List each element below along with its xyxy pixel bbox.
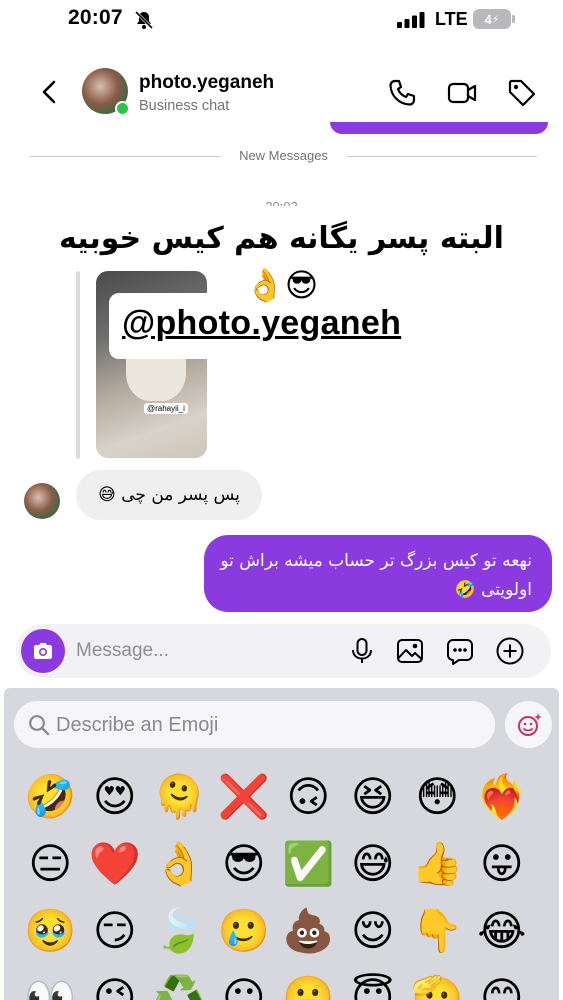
emoji-key[interactable]: 🤣: [18, 771, 83, 838]
emoji-key[interactable]: 👌: [147, 838, 212, 905]
signal-icon: [397, 12, 425, 28]
emoji-grid: 🤣 😍 🫠 ❌ 🙃 😆 😳 ❤️‍🔥 😑 ❤️ 👌 😎 ✅ 😅 👍 😛 🥹 😏 🍃 🥲 💩 😌 👇 😂 👀 😉 ♻️ 😶 😬 😇 🫡 😊: [18, 771, 558, 1000]
emoji-key[interactable]: 😌: [341, 905, 406, 972]
new-messages-divider: New Messages: [30, 148, 537, 166]
gallery-icon[interactable]: [395, 636, 425, 666]
online-status-dot: [115, 101, 130, 116]
emoji-key[interactable]: 😇: [341, 972, 406, 1000]
search-icon: [29, 715, 50, 736]
emoji-key[interactable]: 😛: [470, 838, 535, 905]
message-composer: [16, 624, 551, 678]
emoji-key[interactable]: 😬: [276, 972, 341, 1000]
emoji-key[interactable]: 😍: [83, 771, 148, 838]
outgoing-message-bubble[interactable]: نهعه تو کیس بزرگ تر حساب میشه براش تو او…: [204, 535, 552, 612]
previous-outgoing-bubble[interactable]: [330, 122, 548, 134]
contact-subtitle: Business chat: [139, 98, 230, 114]
emoji-search-input[interactable]: [56, 711, 476, 739]
phone-icon[interactable]: [386, 77, 418, 109]
emoji-key[interactable]: 🫠: [147, 771, 212, 838]
story-caption-emojis: 👌😎: [245, 267, 319, 303]
tag-icon[interactable]: [506, 77, 538, 109]
camera-button[interactable]: [21, 629, 65, 673]
emoji-key[interactable]: 😳: [405, 771, 470, 838]
status-time: 20:07: [68, 6, 123, 29]
contact-name[interactable]: photo.yeganeh: [139, 72, 274, 94]
divider-line-right: [347, 156, 537, 157]
chat-header: photo.yeganeh Business chat: [0, 60, 563, 128]
message-timestamp: 20:02: [0, 196, 563, 206]
emoji-key[interactable]: 👍: [405, 838, 470, 905]
emoji-key[interactable]: 👇: [405, 905, 470, 972]
contact-avatar[interactable]: [82, 68, 130, 116]
emoji-key[interactable]: 👀: [18, 972, 83, 1000]
emoji-key[interactable]: 😎: [212, 838, 277, 905]
incoming-message-bubble[interactable]: پس پسر من چی 😅: [76, 470, 262, 520]
smiley-sparkle-icon: [517, 712, 542, 736]
emoji-key[interactable]: 🫡: [405, 972, 470, 1000]
emoji-key[interactable]: 🥹: [18, 905, 83, 972]
emoji-keyboard: 🤣😍🫠❌🙃😆😳❤️‍🔥 😑❤️👌😎✅😅👍😛 🥹😏🍃🥲💩😌👇😂 👀😉♻️😶😬😇🫡😊: [4, 688, 559, 1000]
sender-avatar[interactable]: [24, 483, 60, 519]
network-label: LTE: [435, 9, 468, 29]
mention-text[interactable]: @photo.yeganeh: [122, 304, 401, 343]
emoji-key[interactable]: ✅: [276, 838, 341, 905]
emoji-key[interactable]: ❤️: [83, 838, 148, 905]
emoji-search-bar: [14, 701, 495, 748]
bell-off-icon: [134, 10, 154, 30]
video-call-icon[interactable]: [446, 77, 478, 109]
emoji-key[interactable]: ❤️‍🔥: [470, 771, 535, 838]
emoji-key[interactable]: 😏: [83, 905, 148, 972]
emoji-key[interactable]: 😉: [83, 972, 148, 1000]
status-bar: 20:07 LTE 4 ⚡: [0, 0, 563, 44]
reply-quote-bar: [76, 271, 80, 459]
emoji-key[interactable]: 😑: [18, 838, 83, 905]
battery-level: 4: [484, 11, 492, 27]
battery-icon: 4 ⚡: [473, 9, 515, 29]
emoji-key[interactable]: 😅: [341, 838, 406, 905]
microphone-icon[interactable]: [347, 636, 377, 666]
story-caption: البته پسر یگانه هم کیس خوبیه: [59, 221, 504, 256]
emoji-key[interactable]: 😊: [470, 972, 535, 1000]
emoji-key[interactable]: 😂: [470, 905, 535, 972]
emoji-key[interactable]: 🍃: [147, 905, 212, 972]
emoji-key[interactable]: 🥲: [212, 905, 277, 972]
emoji-key[interactable]: ♻️: [147, 972, 212, 1000]
emoji-generate-button[interactable]: [505, 701, 552, 748]
sticker-chat-icon[interactable]: [445, 636, 475, 666]
emoji-key[interactable]: 💩: [276, 905, 341, 972]
plus-circle-icon[interactable]: [495, 636, 525, 666]
message-input[interactable]: [76, 636, 336, 666]
back-arrow-icon[interactable]: [36, 78, 64, 106]
emoji-key[interactable]: ❌: [212, 771, 277, 838]
thumbnail-tag: @rahayii_i: [144, 403, 188, 414]
charging-icon: ⚡: [491, 13, 500, 26]
emoji-key[interactable]: 😆: [341, 771, 406, 838]
emoji-key[interactable]: 🙃: [276, 771, 341, 838]
camera-icon: [34, 643, 52, 659]
emoji-key[interactable]: 😶: [212, 972, 277, 1000]
